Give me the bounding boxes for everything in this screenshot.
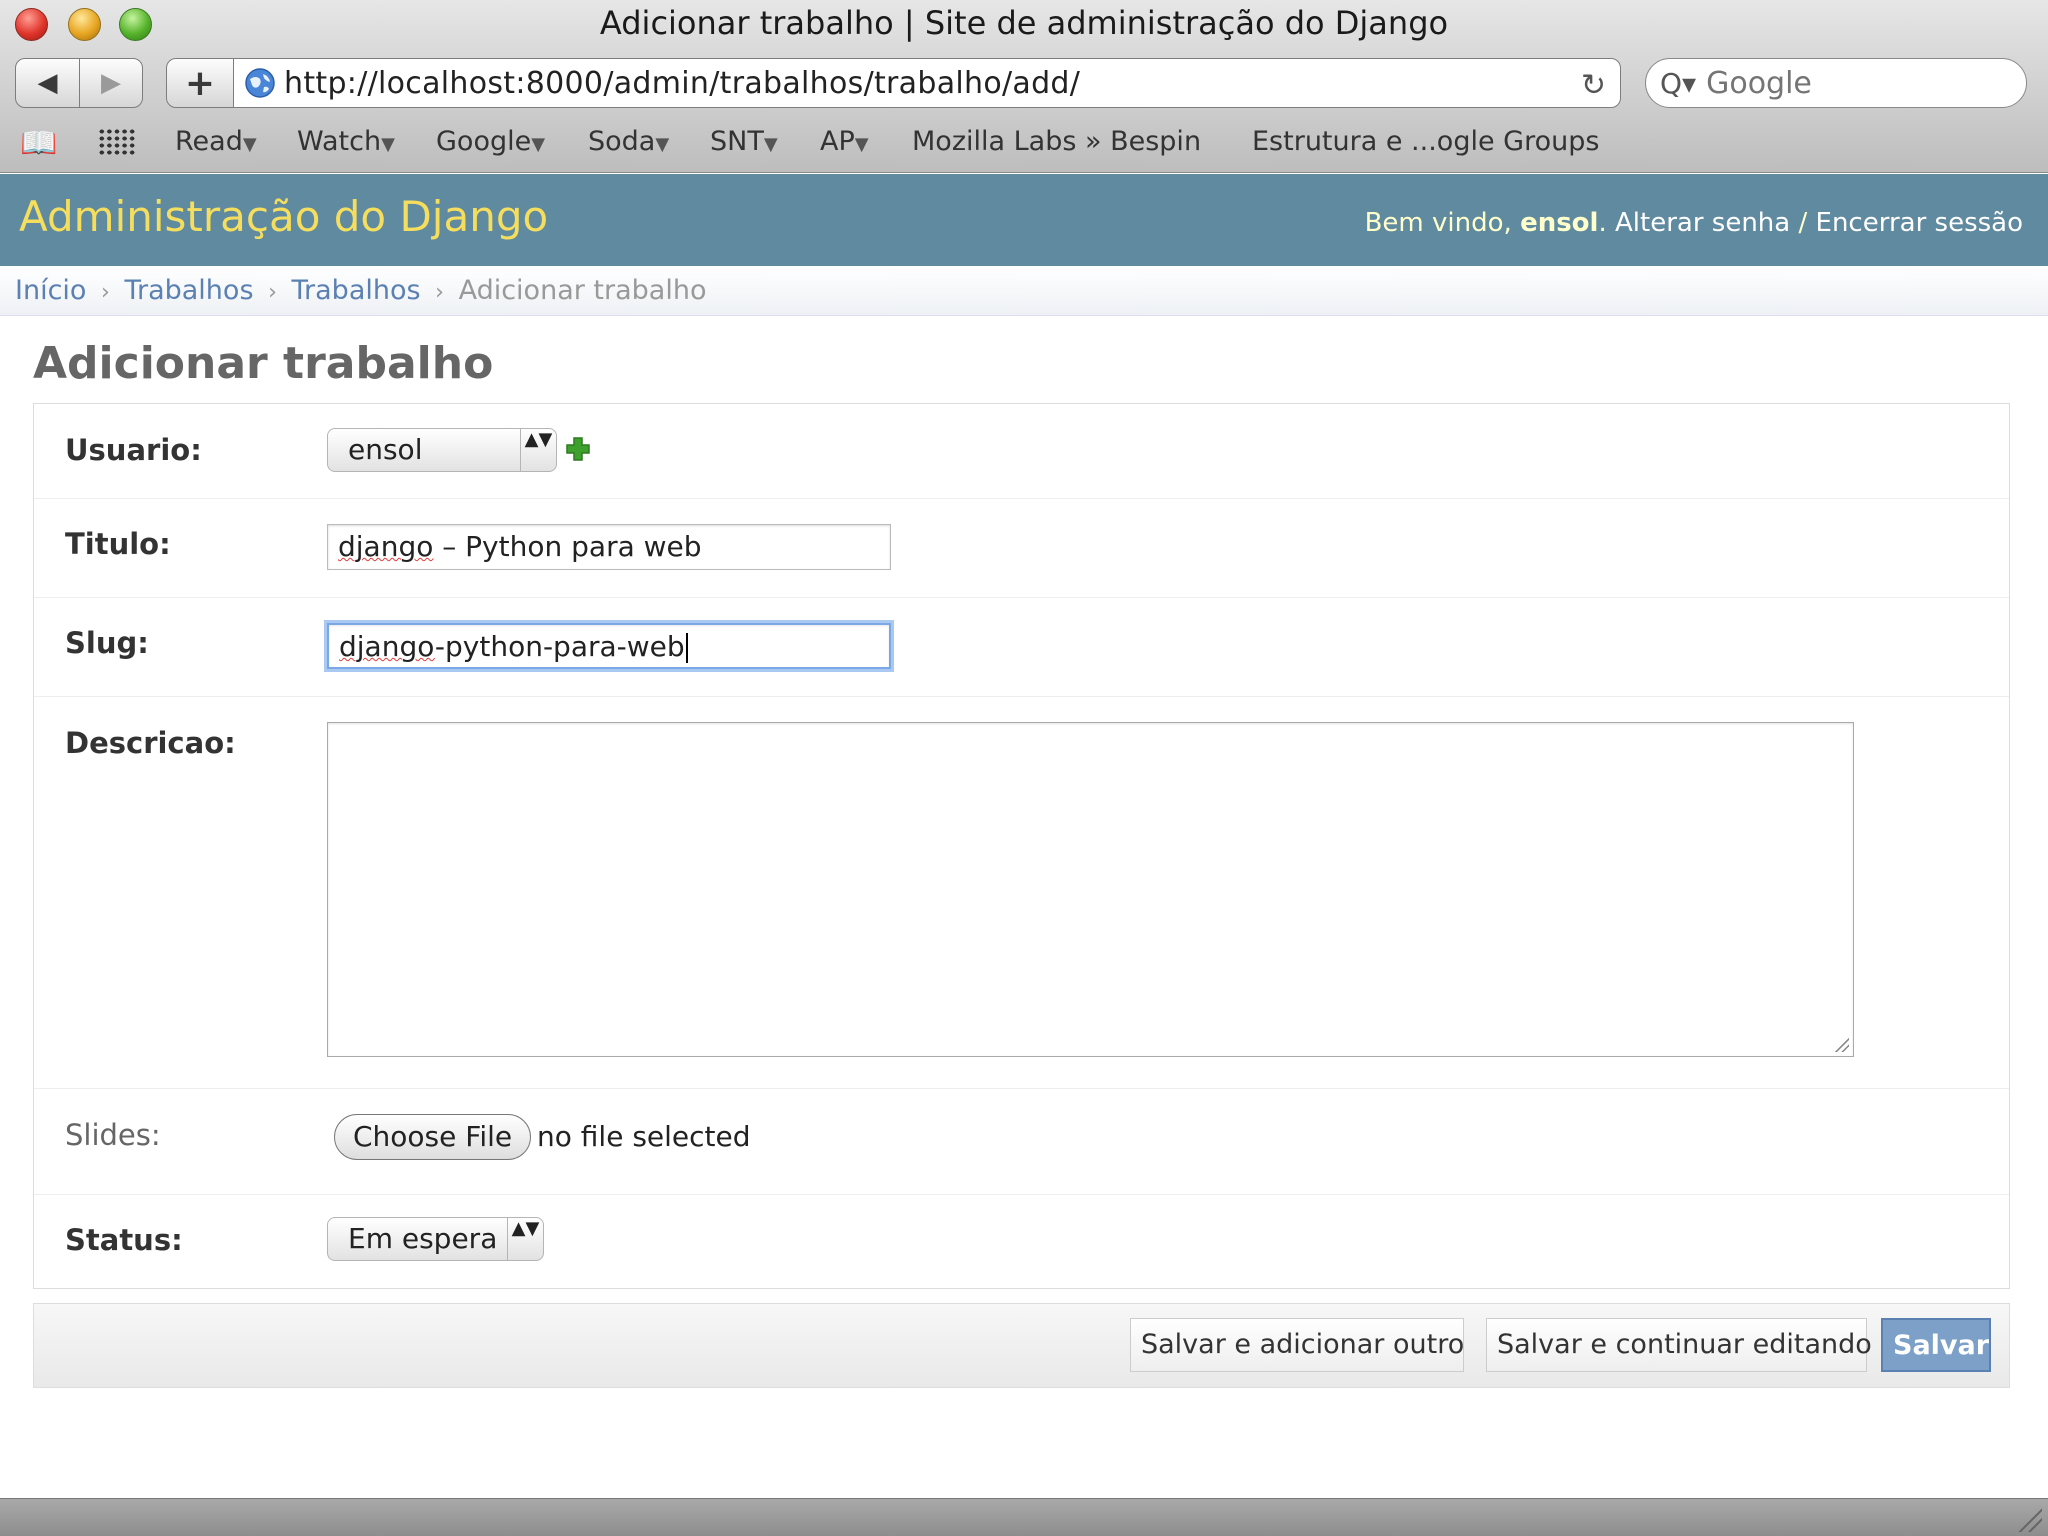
form-row-status: Status: Em espera ▲▼ bbox=[34, 1195, 2009, 1289]
save-and-continue-button[interactable]: Salvar e continuar editando bbox=[1486, 1318, 1872, 1372]
choose-file-button[interactable]: Choose File bbox=[334, 1114, 532, 1160]
period: . bbox=[1598, 208, 1615, 238]
search-box[interactable]: Q▾ bbox=[1645, 58, 2027, 108]
slug-misspelled-word: django bbox=[339, 630, 435, 663]
bookmark-read[interactable]: Read▼ bbox=[175, 126, 257, 157]
breadcrumb-separator: › bbox=[101, 280, 110, 305]
bookmark-watch[interactable]: Watch▼ bbox=[297, 126, 395, 157]
back-button[interactable]: ◀ bbox=[15, 58, 80, 108]
user-tools: Bem vindo, ensol. Alterar senha / Encerr… bbox=[1365, 208, 2023, 238]
slug-field[interactable]: django-python-para-web bbox=[327, 623, 891, 669]
bookmarks-book-icon[interactable]: 📖 bbox=[20, 126, 57, 161]
username: ensol bbox=[1520, 208, 1599, 238]
resize-grip-icon[interactable] bbox=[1833, 1036, 1849, 1052]
select-arrows-icon: ▲▼ bbox=[507, 1218, 543, 1260]
url-text[interactable]: http://localhost:8000/admin/trabalhos/tr… bbox=[284, 66, 1080, 101]
usuario-select[interactable]: ensol ▲▼ bbox=[327, 428, 557, 472]
add-bookmark-button[interactable]: + bbox=[166, 58, 234, 108]
window-title: Adicionar trabalho | Site de administraç… bbox=[599, 4, 1449, 42]
change-password-link[interactable]: Alterar senha bbox=[1615, 208, 1790, 238]
text-cursor bbox=[685, 633, 688, 663]
breadcrumb-app[interactable]: Trabalhos bbox=[124, 275, 253, 306]
status-select[interactable]: Em espera ▲▼ bbox=[327, 1217, 544, 1261]
top-sites-grid-icon[interactable] bbox=[98, 128, 136, 156]
add-another-user-icon[interactable] bbox=[565, 436, 591, 462]
chevron-down-icon: ▼ bbox=[242, 134, 257, 155]
status-selected-value: Em espera bbox=[348, 1222, 498, 1255]
forward-arrow-icon: ▶ bbox=[101, 68, 121, 98]
chevron-down-icon: ▼ bbox=[381, 134, 395, 155]
breadcrumb-home[interactable]: Início bbox=[15, 275, 86, 306]
descricao-label: Descricao: bbox=[65, 726, 236, 760]
reload-icon[interactable]: ↻ bbox=[1581, 68, 1606, 103]
status-label: Status: bbox=[65, 1223, 183, 1257]
welcome-text: Bem vindo, bbox=[1364, 208, 1521, 238]
breadcrumb: Início › Trabalhos › Trabalhos › Adicion… bbox=[0, 266, 2048, 316]
bookmark-estrutura-google-groups[interactable]: Estrutura e ...ogle Groups bbox=[1252, 126, 1599, 157]
bookmark-mozilla-labs-bespin[interactable]: Mozilla Labs » Bespin bbox=[912, 126, 1201, 157]
titulo-field[interactable]: django – Python para web bbox=[327, 524, 891, 570]
titulo-value-rest: – Python para web bbox=[433, 530, 702, 563]
form-row-titulo: Titulo: django – Python para web bbox=[34, 499, 2009, 598]
form-row-slug: Slug: django-python-para-web bbox=[34, 598, 2009, 697]
browser-status-bar bbox=[0, 1498, 2048, 1536]
search-input[interactable] bbox=[1704, 64, 2005, 102]
slug-label: Slug: bbox=[65, 626, 149, 660]
globe-icon bbox=[245, 68, 275, 98]
window-resize-grip-icon[interactable] bbox=[2018, 1508, 2042, 1532]
admin-header: Administração do Django Bem vindo, ensol… bbox=[0, 174, 2048, 266]
address-bar[interactable]: http://localhost:8000/admin/trabalhos/tr… bbox=[233, 58, 1621, 108]
breadcrumb-separator: › bbox=[268, 280, 277, 305]
slides-label: Slides: bbox=[65, 1118, 161, 1152]
save-and-add-another-button[interactable]: Salvar e adicionar outro bbox=[1130, 1318, 1464, 1372]
breadcrumb-current: Adicionar trabalho bbox=[458, 275, 707, 306]
usuario-label: Usuario: bbox=[65, 433, 202, 467]
descricao-textarea[interactable] bbox=[327, 722, 1854, 1057]
select-arrows-icon: ▲▼ bbox=[520, 429, 556, 471]
chevron-down-icon: ▼ bbox=[763, 134, 778, 155]
forward-button[interactable]: ▶ bbox=[79, 58, 143, 108]
titulo-label: Titulo: bbox=[65, 527, 171, 561]
save-button[interactable]: Salvar bbox=[1881, 1318, 1991, 1372]
plus-icon: + bbox=[184, 62, 216, 104]
logout-link[interactable]: Encerrar sessão bbox=[1816, 208, 2023, 238]
site-title[interactable]: Administração do Django bbox=[19, 192, 548, 241]
chevron-down-icon: ▼ bbox=[854, 134, 869, 155]
bookmark-snt[interactable]: SNT▼ bbox=[710, 126, 778, 157]
form-row-slides: Slides: bbox=[34, 1089, 2009, 1195]
bookmark-google[interactable]: Google▼ bbox=[436, 126, 545, 157]
chevron-down-icon: ▼ bbox=[655, 134, 670, 155]
back-arrow-icon: ◀ bbox=[37, 68, 58, 98]
user-tools-separator: / bbox=[1790, 208, 1816, 238]
form-row-usuario: Usuario: ensol ▲▼ bbox=[34, 404, 2009, 499]
slug-value-rest: -python-para-web bbox=[434, 630, 685, 663]
page-title: Adicionar trabalho bbox=[33, 338, 494, 389]
add-trabalho-form: Usuario: ensol ▲▼ Titulo: django – Pytho… bbox=[33, 403, 2010, 1289]
bookmark-ap[interactable]: AP▼ bbox=[820, 126, 869, 157]
search-icon[interactable]: Q▾ bbox=[1660, 67, 1696, 100]
browser-chrome: Adicionar trabalho | Site de administraç… bbox=[0, 0, 2048, 173]
file-status-text: no file selected bbox=[537, 1120, 751, 1153]
breadcrumb-separator: › bbox=[435, 280, 444, 305]
breadcrumb-model[interactable]: Trabalhos bbox=[292, 275, 421, 306]
chevron-down-icon: ▼ bbox=[531, 134, 546, 155]
usuario-selected-value: ensol bbox=[348, 433, 423, 466]
submit-row: Salvar e adicionar outro Salvar e contin… bbox=[33, 1303, 2010, 1388]
bookmark-soda[interactable]: Soda▼ bbox=[588, 126, 669, 157]
bookmarks-bar: 📖 Read▼ Watch▼ Google▼ Soda▼ SNT▼ AP▼ Mo… bbox=[0, 118, 2048, 168]
titulo-misspelled-word: django bbox=[338, 530, 434, 563]
